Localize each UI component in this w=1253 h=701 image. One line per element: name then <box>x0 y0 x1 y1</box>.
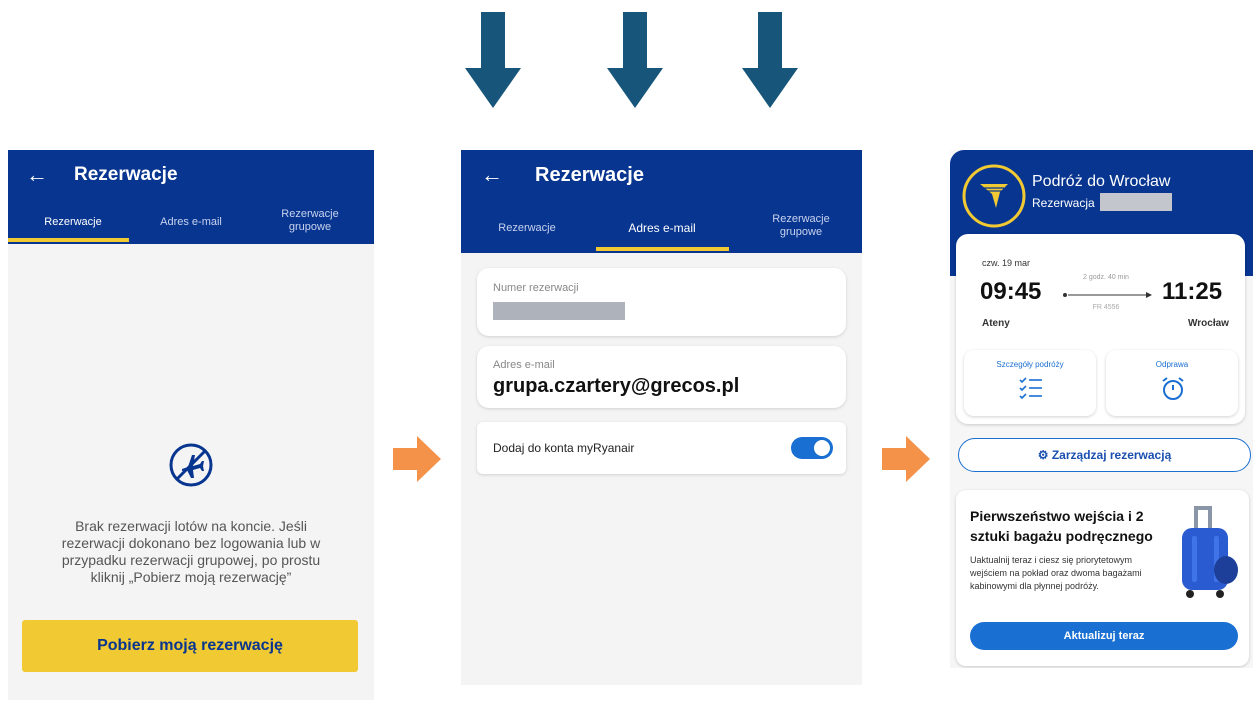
arrival-time: 11:25 <box>1162 278 1223 305</box>
upgrade-now-button[interactable]: Aktualizuj teraz <box>970 622 1238 650</box>
check-in-label: Odprawa <box>1155 360 1189 369</box>
tab-rezerwacje[interactable]: Rezerwacje <box>18 216 128 229</box>
no-flights-icon <box>169 443 213 487</box>
screen-bookings-email: ← Rezerwacje Rezerwacje Adres e-mail Rez… <box>461 150 862 685</box>
alarm-clock-icon <box>1162 377 1184 400</box>
flight-date: czw. 19 mar <box>982 258 1031 268</box>
route-line-icon <box>1063 292 1152 298</box>
page-title: Rezerwacje <box>535 164 644 186</box>
check-in-button[interactable]: Odprawa <box>1106 350 1238 416</box>
right-arrow-icon <box>882 436 930 482</box>
right-arrow-icon <box>393 436 441 482</box>
tab-adres-email[interactable]: Adres e-mail <box>596 222 728 235</box>
booking-number-field[interactable]: Numer rezerwacji <box>477 268 846 336</box>
departure-time: 09:45 <box>980 278 1042 305</box>
app-header: ← Rezerwacje Rezerwacje Adres e-mail Rez… <box>8 150 374 244</box>
flight-card: czw. 19 mar 09:45 11:25 2 godz. 40 min F… <box>956 234 1245 424</box>
down-arrow-icon <box>465 12 521 108</box>
suitcase-icon <box>1182 506 1238 598</box>
toggle-knob <box>814 440 830 456</box>
booking-number-label: Numer rezerwacji <box>493 282 579 294</box>
app-header: ← Rezerwacje Rezerwacje Adres e-mail Rez… <box>461 150 862 253</box>
screen-trip-details: Podróż do Wrocław Rezerwacja czw. 19 mar… <box>950 150 1253 668</box>
active-tab-indicator <box>8 238 129 242</box>
destination-city: Wrocław <box>1188 318 1229 329</box>
page-title: Rezerwacje <box>74 164 178 185</box>
flight-number: FR 4556 <box>1092 304 1120 311</box>
add-to-account-row: Dodaj do konta myRyanair <box>477 422 846 474</box>
email-value: grupa.czartery@grecos.pl <box>493 375 740 397</box>
manage-booking-label: Zarządzaj rezerwacją <box>1051 448 1172 462</box>
back-arrow-icon[interactable]: ← <box>26 164 48 186</box>
email-field[interactable]: Adres e-mail grupa.czartery@grecos.pl <box>477 346 846 408</box>
trip-details-button[interactable]: Szczegóły podróży <box>964 350 1096 416</box>
redacted-booking-number <box>493 302 625 320</box>
back-arrow-icon[interactable]: ← <box>481 164 503 186</box>
booking-reference-label: Rezerwacja <box>1032 196 1095 210</box>
down-arrow-icon <box>742 12 798 108</box>
active-tab-indicator <box>596 247 729 251</box>
manage-booking-button[interactable]: ⚙ Zarządzaj rezerwacją <box>958 438 1251 472</box>
ryanair-logo-icon <box>962 164 1026 228</box>
tab-rezerwacje-grupowe[interactable]: Rezerwacje grupowe <box>751 213 851 239</box>
tab-adres-email[interactable]: Adres e-mail <box>136 216 246 229</box>
tab-rezerwacje[interactable]: Rezerwacje <box>471 222 583 235</box>
origin-city: Ateny <box>982 318 1010 329</box>
gear-icon: ⚙ <box>1037 448 1049 462</box>
promo-text: Uaktualnij teraz i ciesz się priorytetow… <box>970 555 1142 591</box>
get-my-booking-button[interactable]: Pobierz moją rezerwację <box>22 620 358 672</box>
trip-details-label: Szczegóły podróży <box>996 360 1064 369</box>
tab-rezerwacje-grupowe[interactable]: Rezerwacje grupowe <box>260 208 360 234</box>
add-to-account-label: Dodaj do konta myRyanair <box>493 441 635 455</box>
promo-card: Pierwszeństwo wejścia i 2 sztuki bagażu … <box>956 490 1249 666</box>
flight-duration: 2 godz. 40 min <box>1083 274 1129 281</box>
redacted-booking-reference <box>1100 193 1172 211</box>
checklist-icon <box>1019 377 1042 400</box>
email-label: Adres e-mail <box>493 359 555 371</box>
promo-title: Pierwszeństwo wejścia i 2 sztuki bagażu … <box>970 508 1153 544</box>
empty-state-message: Brak rezerwacji lotów na koncie. Jeśli r… <box>61 518 321 585</box>
screen-bookings-empty: ← Rezerwacje Rezerwacje Adres e-mail Rez… <box>8 150 374 700</box>
trip-title: Podróż do Wrocław <box>1032 173 1171 190</box>
add-to-account-toggle[interactable] <box>791 437 833 459</box>
down-arrow-icon <box>607 12 663 108</box>
